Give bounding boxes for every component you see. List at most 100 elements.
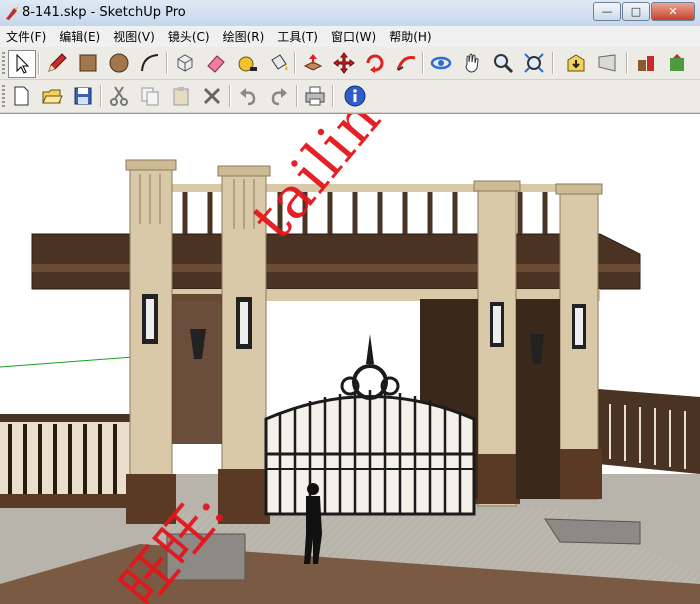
- floppy-disk-icon: [74, 87, 92, 105]
- magnifier-icon: [494, 54, 514, 74]
- orbit-tool-button[interactable]: [428, 50, 454, 76]
- close-button[interactable]: ✕: [651, 2, 695, 21]
- menu-window[interactable]: 窗口(W): [325, 28, 383, 45]
- hand-icon: [465, 53, 479, 73]
- toolbar-grip[interactable]: [2, 85, 5, 107]
- paint-bucket-icon: [271, 54, 288, 70]
- menu-tools[interactable]: 工具(T): [271, 28, 325, 45]
- separator: [626, 52, 628, 74]
- arrow-cursor-icon: [16, 53, 30, 74]
- redo-button[interactable]: [266, 83, 292, 109]
- paint-bucket-button[interactable]: [265, 50, 291, 76]
- toolbar-grip[interactable]: [2, 52, 5, 74]
- separator: [332, 85, 334, 107]
- menu-draw[interactable]: 绘图(R): [217, 28, 272, 45]
- undo-arrow-icon: [240, 88, 256, 106]
- separator: [100, 85, 102, 107]
- save-button[interactable]: [70, 83, 96, 109]
- window-title: 8-141.skp - SketchUp Pro: [22, 5, 186, 20]
- separator: [296, 85, 298, 107]
- component-cube-icon: [177, 54, 193, 72]
- share-component-button[interactable]: [664, 50, 690, 76]
- menu-edit[interactable]: 编辑(E): [53, 28, 107, 45]
- standard-toolbar: [0, 80, 700, 113]
- rectangle-tool-button[interactable]: [75, 50, 101, 76]
- push-pull-button[interactable]: [300, 50, 326, 76]
- pillar-far-left: [125, 159, 177, 524]
- rotate-icon: [366, 54, 384, 73]
- arc-tool-button[interactable]: [137, 50, 163, 76]
- warehouse-download-icon: [567, 54, 585, 72]
- maximize-button[interactable]: □: [622, 2, 650, 21]
- title-bar: 8-141.skp - SketchUp Pro — □ ✕: [0, 0, 700, 27]
- pan-tool-button[interactable]: [459, 50, 485, 76]
- erase-button[interactable]: [199, 83, 225, 109]
- circle-tool-button[interactable]: [106, 50, 132, 76]
- new-file-button[interactable]: [8, 83, 34, 109]
- get-models-button[interactable]: [563, 50, 589, 76]
- zoom-tool-button[interactable]: [490, 50, 516, 76]
- pillar-right: [473, 180, 521, 507]
- planter-right: [544, 518, 641, 545]
- arc-icon: [141, 54, 159, 72]
- redo-arrow-icon: [271, 88, 287, 106]
- scissors-icon: [110, 86, 128, 106]
- separator: [552, 52, 554, 74]
- fence-left-rail: [0, 414, 135, 422]
- folder-open-icon: [42, 89, 63, 104]
- model-info-button[interactable]: [342, 83, 368, 109]
- zoom-extents-button[interactable]: [521, 50, 547, 76]
- fence-left-base: [0, 494, 135, 508]
- follow-me-button[interactable]: [393, 50, 419, 76]
- move-tool-button[interactable]: [331, 50, 357, 76]
- separator: [422, 52, 424, 74]
- menu-camera[interactable]: 镜头(C): [162, 28, 217, 45]
- share-model-icon: [598, 54, 616, 72]
- rectangle-icon: [79, 54, 97, 72]
- drawing-viewport[interactable]: tailin188 旺旺:: [0, 113, 700, 604]
- sketchup-app-icon: [6, 7, 18, 20]
- make-component-button[interactable]: [172, 50, 198, 76]
- move-arrows-icon: [333, 52, 355, 74]
- tape-measure-button[interactable]: [234, 50, 260, 76]
- gate-model-render[interactable]: [0, 114, 700, 604]
- rotate-tool-button[interactable]: [362, 50, 388, 76]
- menu-view[interactable]: 视图(V): [107, 28, 162, 45]
- push-pull-icon: [303, 54, 323, 71]
- undo-button[interactable]: [235, 83, 261, 109]
- orbit-icon: [430, 56, 452, 70]
- separator: [38, 52, 40, 74]
- components-button[interactable]: [633, 50, 659, 76]
- separator: [229, 85, 231, 107]
- roof-trim: [32, 264, 640, 272]
- zoom-extents-icon: [524, 53, 544, 73]
- minimize-button[interactable]: —: [593, 2, 621, 21]
- roof-beam: [31, 233, 641, 290]
- info-icon: [344, 85, 366, 107]
- paste-button[interactable]: [168, 83, 194, 109]
- x-delete-icon: [203, 87, 221, 105]
- main-toolbar: [0, 47, 700, 80]
- eraser-tool-button[interactable]: [203, 50, 229, 76]
- circle-icon: [109, 53, 129, 73]
- follow-me-icon: [396, 56, 416, 71]
- clipboard-icon: [173, 87, 189, 106]
- components-icon: [638, 56, 654, 71]
- menu-bar: 文件(F) 编辑(E) 视图(V) 镜头(C) 绘图(R) 工具(T) 窗口(W…: [0, 26, 700, 47]
- right-inner-panel: [516, 299, 560, 499]
- eraser-icon: [207, 55, 225, 73]
- separator: [294, 52, 296, 74]
- menu-file[interactable]: 文件(F): [0, 28, 53, 45]
- cut-button[interactable]: [106, 83, 132, 109]
- pencil-tool-button[interactable]: [44, 50, 70, 76]
- print-button[interactable]: [302, 83, 328, 109]
- copy-button[interactable]: [137, 83, 163, 109]
- left-side-panel: [172, 294, 222, 444]
- share-model-button[interactable]: [594, 50, 620, 76]
- menu-help[interactable]: 帮助(H): [383, 28, 438, 45]
- open-file-button[interactable]: [39, 83, 65, 109]
- printer-icon: [305, 86, 325, 106]
- select-tool-button[interactable]: [8, 50, 36, 78]
- share-component-icon: [670, 54, 684, 71]
- pillar-far-right: [555, 183, 603, 500]
